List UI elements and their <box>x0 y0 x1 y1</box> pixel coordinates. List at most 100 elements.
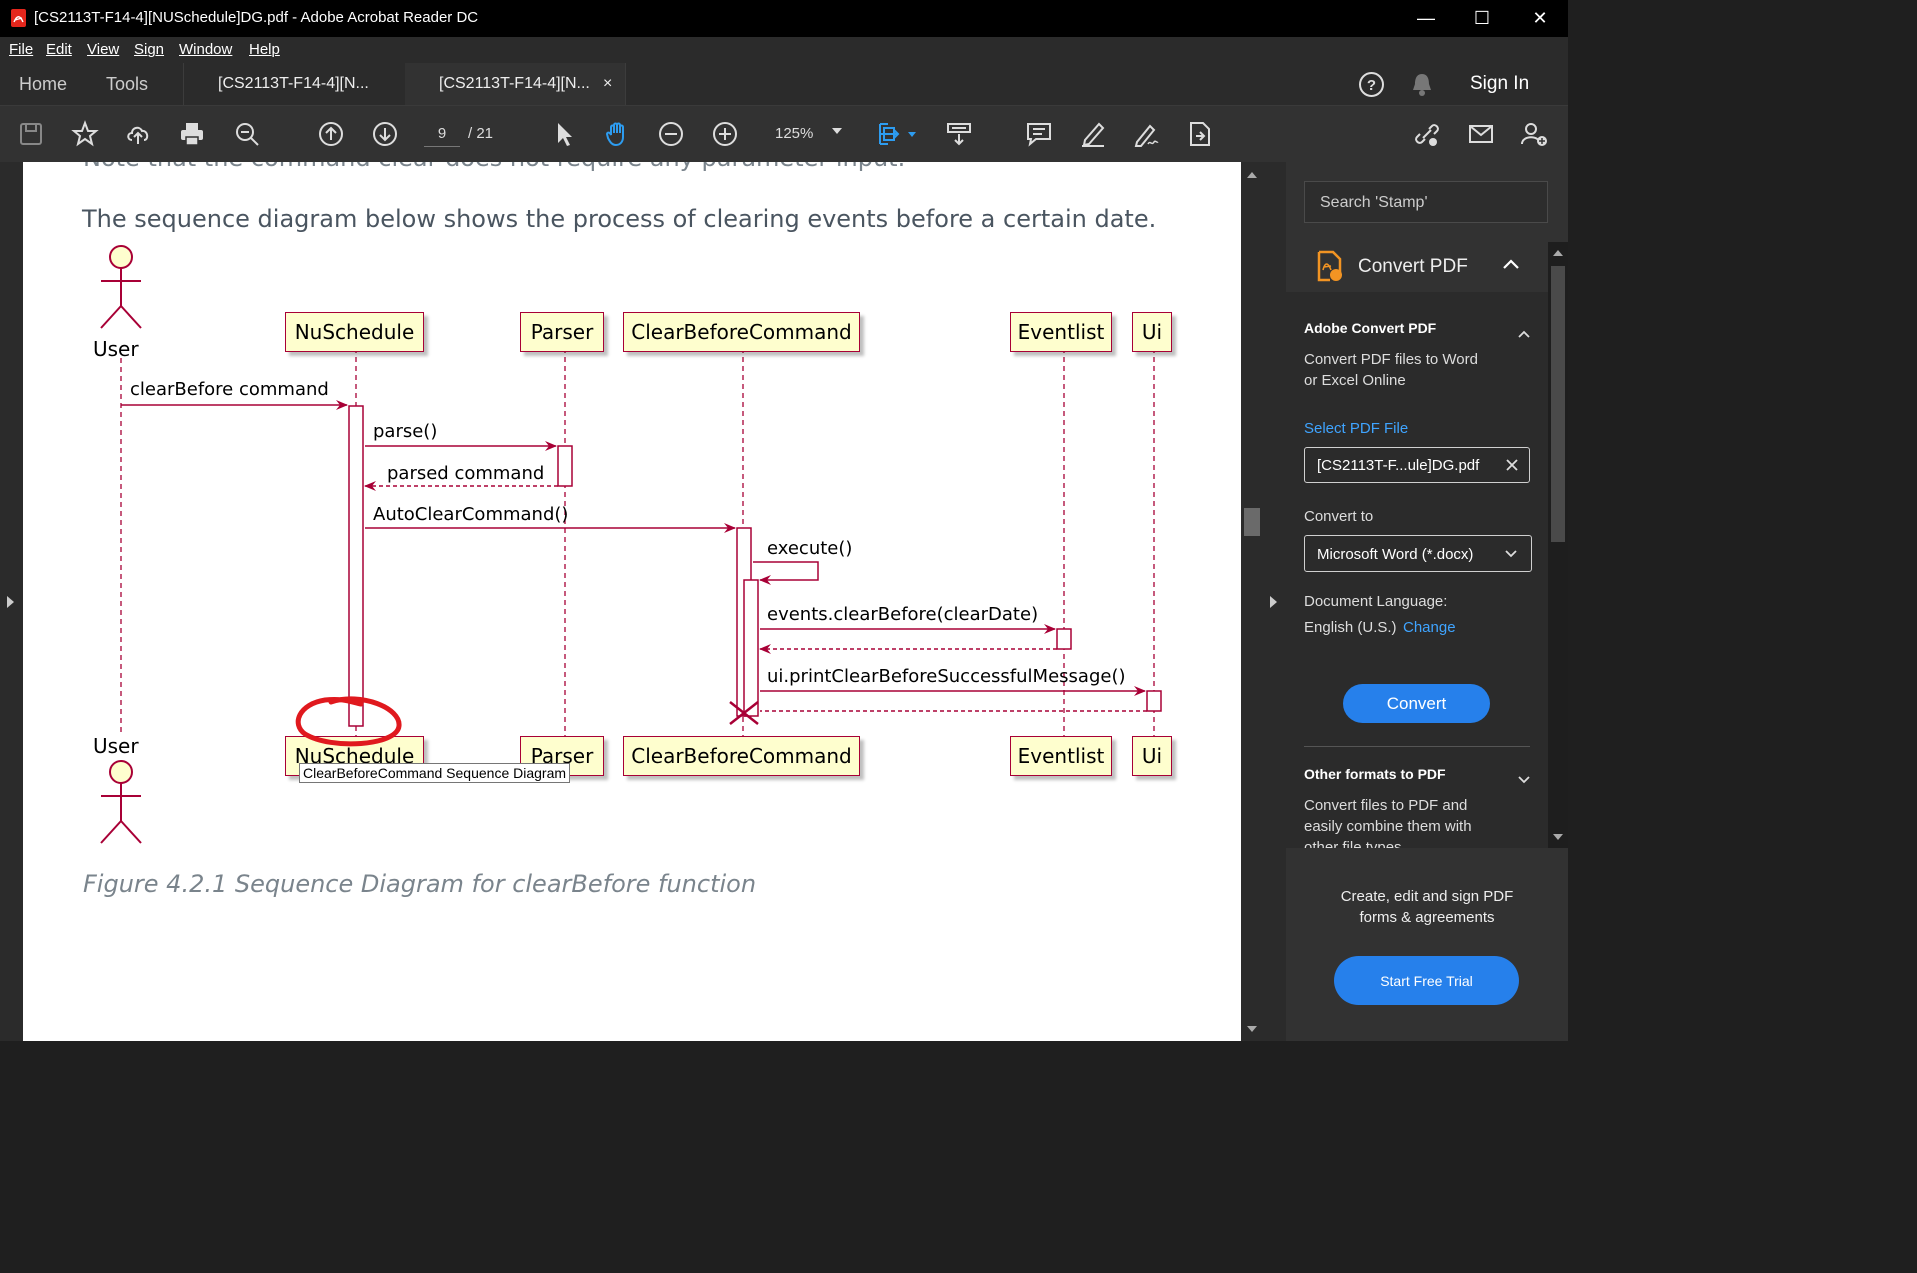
participant-clearbeforecommand-top: ClearBeforeCommand <box>623 312 860 352</box>
tab-document-2-label: [CS2113T-F14-4][N... <box>439 75 590 92</box>
print-icon[interactable] <box>178 120 206 148</box>
section-divider <box>1304 746 1530 747</box>
start-free-trial-button[interactable]: Start Free Trial <box>1334 956 1519 1005</box>
participant-eventlist-bottom: Eventlist <box>1010 736 1112 776</box>
add-user-icon[interactable] <box>1520 120 1548 148</box>
actor-top-figure <box>100 245 142 329</box>
expand-left-panel-icon[interactable] <box>7 596 14 608</box>
message-label: parsed command <box>387 463 545 484</box>
convert-to-label: Convert to <box>1304 508 1374 525</box>
comment-icon[interactable] <box>1025 120 1053 148</box>
svg-text:?: ? <box>1367 77 1376 94</box>
other-formats-desc-1: Convert files to PDF and <box>1304 797 1468 814</box>
zoom-level[interactable]: 125% <box>775 125 813 142</box>
email-icon[interactable] <box>1467 120 1495 148</box>
red-circle-annotation <box>295 696 402 747</box>
scroll-up-icon[interactable] <box>1247 172 1257 178</box>
highlight-pen-icon[interactable] <box>1079 120 1107 148</box>
chevron-down-icon[interactable] <box>1517 775 1531 785</box>
share-link-icon[interactable] <box>1413 120 1441 148</box>
message-label: clearBefore command <box>130 379 329 400</box>
tab-document-2[interactable]: [CS2113T-F14-4][N... × <box>405 63 625 105</box>
menu-help[interactable]: Help <box>249 41 280 58</box>
other-formats-title: Other formats to PDF <box>1304 766 1446 782</box>
tools-pane-scrollbar[interactable] <box>1548 242 1568 848</box>
scroll-down-icon[interactable] <box>1247 1026 1257 1032</box>
pdf-page: Note that the command clear does not req… <box>23 162 1241 1041</box>
participant-ui-bottom: Ui <box>1132 736 1172 776</box>
zoom-in-icon[interactable] <box>711 120 739 148</box>
menu-sign[interactable]: Sign <box>134 41 164 58</box>
actor-label-top: User <box>93 337 139 361</box>
actor-bottom-figure <box>100 760 142 844</box>
chevron-up-icon[interactable] <box>1502 258 1520 270</box>
promo-line-1: Create, edit and sign PDF <box>1340 888 1514 905</box>
other-formats-desc-3: other file types <box>1304 839 1402 848</box>
tab-document-1[interactable]: [CS2113T-F14-4][N... <box>184 63 404 105</box>
scrollbar-thumb[interactable] <box>1551 266 1565 542</box>
scroll-up-icon[interactable] <box>1553 250 1563 256</box>
other-formats-desc-2: easily combine them with <box>1304 818 1472 835</box>
change-language-link[interactable]: Change <box>1403 619 1456 636</box>
tab-tools[interactable]: Tools <box>106 63 148 105</box>
bell-icon[interactable] <box>1410 71 1434 98</box>
zoom-out-icon[interactable] <box>657 120 685 148</box>
previous-page-icon[interactable] <box>317 120 345 148</box>
menu-window[interactable]: Window <box>179 41 232 58</box>
convert-to-value: Microsoft Word (*.docx) <box>1317 546 1474 563</box>
search-tools-input[interactable]: Search 'Stamp' <box>1304 181 1548 223</box>
tab-divider <box>625 63 626 105</box>
menu-edit[interactable]: Edit <box>46 41 72 58</box>
participant-clearbeforecommand-bottom: ClearBeforeCommand <box>623 736 860 776</box>
selected-file-field[interactable]: [CS2113T-F...ule]DG.pdf <box>1304 447 1530 483</box>
chevron-up-icon[interactable] <box>1517 329 1531 339</box>
tools-pane: Search 'Stamp' Convert PDF Adobe Convert… <box>1286 162 1568 1041</box>
sequence-diagram <box>100 245 1162 844</box>
select-cursor-icon[interactable] <box>550 120 578 148</box>
sign-in-button[interactable]: Sign In <box>1470 63 1529 105</box>
document-scrollbar[interactable] <box>1241 162 1263 1041</box>
select-pdf-file-link[interactable]: Select PDF File <box>1304 420 1408 437</box>
next-page-icon[interactable] <box>371 120 399 148</box>
scroll-down-icon[interactable] <box>1553 834 1563 840</box>
participant-nuschedule-top: NuSchedule <box>285 312 424 352</box>
maximize-button[interactable]: ☐ <box>1454 0 1510 37</box>
scrollbar-thumb[interactable] <box>1244 508 1260 536</box>
adobe-convert-desc-2: or Excel Online <box>1304 372 1406 389</box>
page-number-input[interactable]: 9 <box>424 122 460 147</box>
fit-page-icon[interactable] <box>876 120 904 148</box>
convert-button[interactable]: Convert <box>1343 684 1490 723</box>
adobe-convert-desc-1: Convert PDF files to Word <box>1304 351 1478 368</box>
zoom-dropdown-icon[interactable] <box>832 128 842 134</box>
tooltip: ClearBeforeCommand Sequence Diagram <box>299 763 571 783</box>
menu-file[interactable]: File <box>9 41 33 58</box>
tab-home[interactable]: Home <box>19 63 67 105</box>
help-icon[interactable]: ? <box>1358 71 1385 98</box>
minimize-button[interactable]: — <box>1398 0 1454 37</box>
sign-icon[interactable] <box>1132 120 1160 148</box>
message-label: execute() <box>767 538 853 559</box>
tab-bar: Home Tools [CS2113T-F14-4][N... [CS2113T… <box>0 63 1568 105</box>
close-window-button[interactable]: ✕ <box>1512 0 1568 37</box>
participant-parser-top: Parser <box>520 312 604 352</box>
document-language-value: English (U.S.) <box>1304 619 1397 636</box>
zoom-search-icon[interactable] <box>233 120 261 148</box>
participant-ui-top: Ui <box>1132 312 1172 352</box>
collapse-right-panel-icon[interactable] <box>1270 596 1277 608</box>
fit-dropdown-icon[interactable] <box>908 132 916 137</box>
star-icon[interactable] <box>71 120 99 148</box>
tab-close-icon[interactable]: × <box>603 75 612 93</box>
hand-tool-icon[interactable] <box>603 120 631 148</box>
scroll-mode-icon[interactable] <box>945 120 973 148</box>
share-file-icon[interactable] <box>1186 120 1214 148</box>
save-icon[interactable] <box>17 120 45 148</box>
convert-pdf-title[interactable]: Convert PDF <box>1358 256 1468 278</box>
clear-file-icon[interactable] <box>1505 458 1519 472</box>
menu-view[interactable]: View <box>87 41 119 58</box>
convert-pdf-panel: Adobe Convert PDF Convert PDF files to W… <box>1286 292 1548 848</box>
upload-cloud-icon[interactable] <box>124 120 152 148</box>
menu-bar: File Edit View Sign Window Help <box>0 37 1568 63</box>
convert-pdf-icon <box>1317 250 1342 282</box>
chevron-down-icon <box>1505 550 1517 558</box>
convert-to-select[interactable]: Microsoft Word (*.docx) <box>1304 535 1532 572</box>
